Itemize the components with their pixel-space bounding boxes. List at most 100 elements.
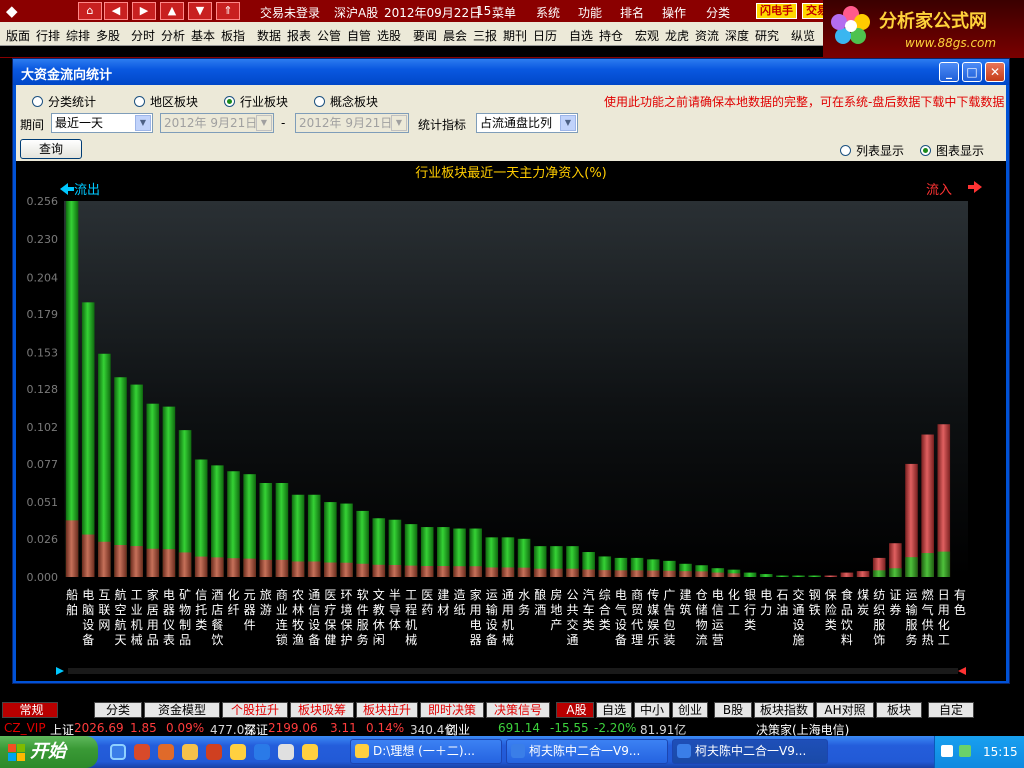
outflow-bar[interactable] bbox=[743, 572, 757, 577]
menu-function[interactable]: 功能 bbox=[578, 4, 602, 21]
tab-b-share[interactable]: B股 bbox=[714, 702, 752, 718]
query-button[interactable]: 查询 bbox=[20, 139, 82, 159]
toolbar-item[interactable]: 报表 bbox=[287, 27, 311, 44]
chevron-down-icon[interactable]: ▼ bbox=[135, 115, 151, 131]
toolbar-item[interactable]: 资流 bbox=[695, 27, 719, 44]
arrow-up-icon[interactable]: ▲ bbox=[160, 2, 184, 20]
app-icon[interactable] bbox=[302, 744, 318, 760]
double-up-icon[interactable]: ⇑ bbox=[216, 2, 240, 20]
toolbar-item[interactable]: 深度 bbox=[725, 27, 749, 44]
diamond-icon[interactable]: ◆ bbox=[6, 2, 32, 20]
toolbar-item[interactable]: 持仓 bbox=[599, 27, 623, 44]
tab-custom[interactable]: 自定 bbox=[928, 702, 974, 718]
firefox-icon[interactable] bbox=[158, 744, 174, 760]
tab-ah-compare[interactable]: AH对照 bbox=[816, 702, 874, 718]
tab-sector-absorb[interactable]: 板块吸筹 bbox=[290, 702, 354, 718]
toolbar-item[interactable]: 板指 bbox=[221, 27, 245, 44]
tab-fund-model[interactable]: 资金模型 bbox=[144, 702, 220, 718]
task-explorer[interactable]: D:\理想 (一＋二)... bbox=[350, 739, 502, 764]
network-icon[interactable] bbox=[959, 745, 971, 757]
outflow-bar[interactable] bbox=[808, 575, 821, 577]
app-icon[interactable] bbox=[278, 744, 294, 760]
toolbar-item[interactable]: 晨会 bbox=[443, 27, 467, 44]
toolbar-item[interactable]: 龙虎 bbox=[665, 27, 689, 44]
toolbar-item[interactable]: 三报 bbox=[473, 27, 497, 44]
dialog-title-bar[interactable]: 大资金流向统计 _ □ ✕ bbox=[13, 59, 1009, 85]
tab-sector-rise[interactable]: 板块拉升 bbox=[356, 702, 418, 718]
toolbar-item[interactable]: 版面 bbox=[6, 27, 30, 44]
browser-icon[interactable] bbox=[134, 744, 150, 760]
outflow-bar[interactable] bbox=[776, 575, 789, 577]
close-icon[interactable]: ✕ bbox=[985, 62, 1005, 82]
app-icon[interactable] bbox=[230, 744, 246, 760]
tab-sme[interactable]: 中小 bbox=[634, 702, 670, 718]
toolbar-item[interactable]: 分析 bbox=[161, 27, 185, 44]
start-button[interactable]: 开始 bbox=[0, 736, 98, 768]
volume-icon[interactable] bbox=[941, 745, 953, 757]
menu-rank[interactable]: 排名 bbox=[620, 4, 644, 21]
menu-category[interactable]: 分类 bbox=[706, 4, 730, 21]
chevron-down-icon[interactable]: ▼ bbox=[560, 115, 576, 131]
arrow-right-icon[interactable]: ▶ bbox=[132, 2, 156, 20]
menu-main[interactable]: 菜单 bbox=[492, 4, 516, 21]
tab-chinext[interactable]: 创业 bbox=[672, 702, 708, 718]
inflow-bar[interactable] bbox=[856, 571, 870, 577]
tab-sector-index[interactable]: 板块指数 bbox=[754, 702, 814, 718]
radio-region-sector[interactable]: 地区板块 bbox=[134, 93, 198, 110]
toolbar-item[interactable]: 纵览 bbox=[791, 27, 815, 44]
toolbar-item[interactable]: 自选 bbox=[569, 27, 593, 44]
toolbar-item[interactable]: 自管 bbox=[347, 27, 371, 44]
tab-stock-rise[interactable]: 个股拉升 bbox=[222, 702, 288, 718]
tab-decision-signal[interactable]: 决策信号 bbox=[486, 702, 550, 718]
toolbar-item[interactable]: 行排 bbox=[36, 27, 60, 44]
toolbar-item[interactable]: 公管 bbox=[317, 27, 341, 44]
tab-regular[interactable]: 常规 bbox=[2, 702, 58, 718]
arrow-left-icon[interactable]: ◀ bbox=[104, 2, 128, 20]
toolbar-item[interactable]: 分时 bbox=[131, 27, 155, 44]
inflow-bar[interactable] bbox=[840, 572, 854, 577]
menu-system[interactable]: 系统 bbox=[536, 4, 560, 21]
toolbar-item[interactable]: 选股 bbox=[377, 27, 401, 44]
app-icon[interactable] bbox=[254, 744, 270, 760]
toolbar-item[interactable]: 基本 bbox=[191, 27, 215, 44]
toolbar-item[interactable]: 研究 bbox=[755, 27, 779, 44]
flash-trade-button[interactable]: 闪电手 bbox=[756, 3, 797, 19]
toolbar-item[interactable]: 数据 bbox=[257, 27, 281, 44]
folder-icon[interactable] bbox=[182, 744, 198, 760]
radio-industry-sector[interactable]: 行业板块 bbox=[224, 93, 288, 110]
app-icon[interactable] bbox=[206, 744, 222, 760]
tab-watchlist[interactable]: 自选 bbox=[596, 702, 632, 718]
cy-change: -15.55 bbox=[550, 721, 589, 735]
tab-sector[interactable]: 板块 bbox=[876, 702, 922, 718]
indicator-select[interactable]: 占流通盘比列 ▼ bbox=[476, 113, 578, 133]
scroll-track[interactable] bbox=[56, 667, 966, 675]
toolbar-item[interactable]: 宏观 bbox=[635, 27, 659, 44]
toolbar-item[interactable]: 要闻 bbox=[413, 27, 437, 44]
tab-category[interactable]: 分类 bbox=[94, 702, 142, 718]
category-label: 煤炭 bbox=[857, 588, 869, 617]
scroll-bar[interactable] bbox=[68, 668, 958, 674]
minimize-icon[interactable]: _ bbox=[939, 62, 959, 82]
arrow-down-icon[interactable]: ▼ bbox=[188, 2, 212, 20]
radio-category-stats[interactable]: 分类统计 bbox=[32, 93, 96, 110]
menu-operation[interactable]: 操作 bbox=[662, 4, 686, 21]
outflow-bar-segment bbox=[727, 573, 741, 577]
toolbar-item[interactable]: 综排 bbox=[66, 27, 90, 44]
outflow-bar[interactable] bbox=[792, 575, 805, 577]
radio-list-display[interactable]: 列表显示 bbox=[840, 142, 904, 159]
task-browser-1[interactable]: 柯夫陈中二合一V9... bbox=[506, 739, 668, 764]
outflow-bar[interactable] bbox=[759, 574, 773, 577]
home-icon[interactable]: ⌂ bbox=[78, 2, 102, 20]
toolbar-item[interactable]: 期刊 bbox=[503, 27, 527, 44]
tab-a-share[interactable]: A股 bbox=[556, 702, 594, 718]
maximize-icon[interactable]: □ bbox=[962, 62, 982, 82]
toolbar-item[interactable]: 多股 bbox=[96, 27, 120, 44]
radio-concept-sector[interactable]: 概念板块 bbox=[314, 93, 378, 110]
tab-instant-decision[interactable]: 即时决策 bbox=[420, 702, 484, 718]
inflow-bar[interactable] bbox=[824, 575, 838, 577]
ie-icon[interactable] bbox=[110, 744, 126, 760]
task-browser-2[interactable]: 柯夫陈中二合一V9... bbox=[672, 739, 828, 764]
toolbar-item[interactable]: 日历 bbox=[533, 27, 557, 44]
radio-chart-display[interactable]: 图表显示 bbox=[920, 142, 984, 159]
period-select[interactable]: 最近一天 ▼ bbox=[51, 113, 153, 133]
